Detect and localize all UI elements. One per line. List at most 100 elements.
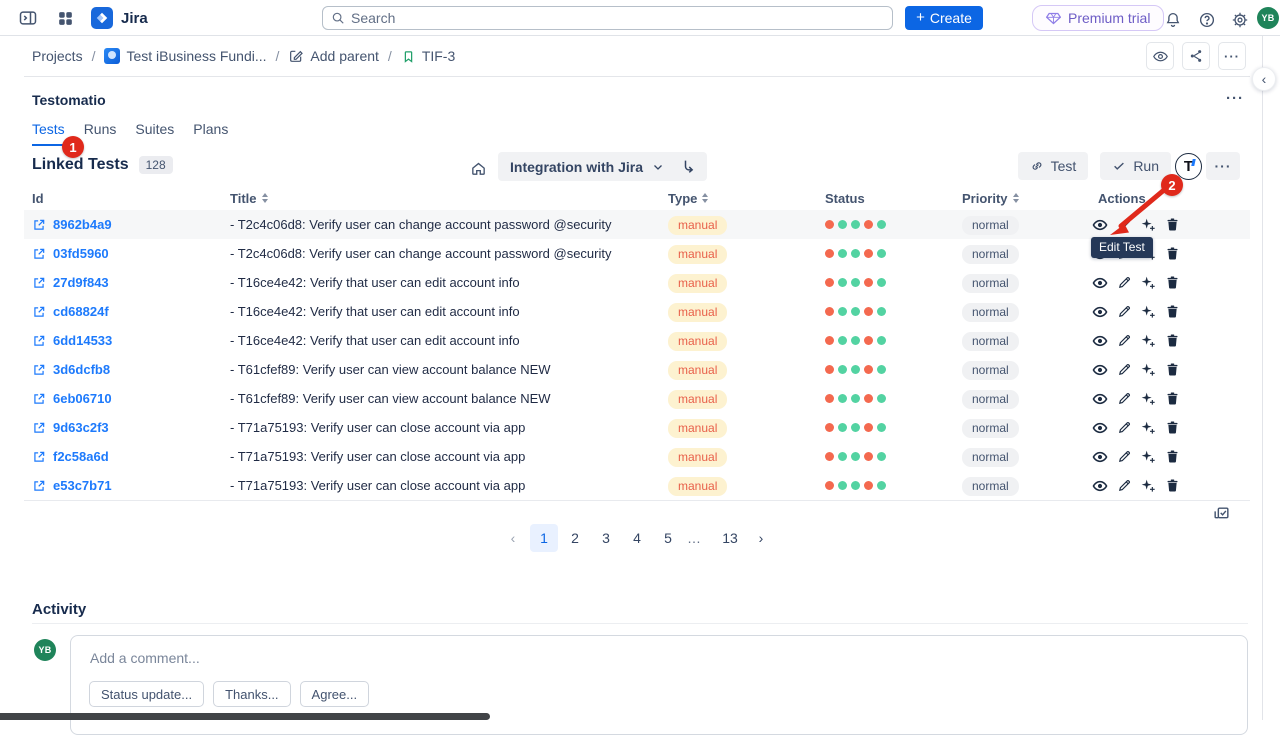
external-link-icon[interactable] (32, 450, 46, 464)
view-test-button[interactable] (1092, 304, 1108, 320)
external-link-icon[interactable] (32, 479, 46, 493)
ai-generate-button[interactable] (1140, 478, 1156, 494)
ai-generate-button[interactable] (1140, 391, 1156, 407)
external-link-icon[interactable] (32, 421, 46, 435)
pagination-next[interactable]: › (747, 524, 775, 552)
tab-tests[interactable]: Tests (32, 121, 65, 146)
test-id-link[interactable]: 9d63c2f3 (53, 420, 109, 435)
pagination-page-3[interactable]: 3 (592, 524, 620, 552)
delete-test-button[interactable] (1164, 420, 1180, 436)
test-id-link[interactable]: 8962b4a9 (53, 217, 112, 232)
sidebar-toggle-button[interactable] (16, 6, 40, 30)
column-header-title[interactable]: Title (230, 191, 668, 206)
collapse-panel-button[interactable]: ‹ (1252, 67, 1276, 91)
external-link-icon[interactable] (32, 218, 46, 232)
test-row[interactable]: 9d63c2f3 - T71a75193: Verify user can cl… (24, 413, 1250, 442)
quick-reply-button[interactable]: Thanks... (213, 681, 290, 707)
pagination-page-13[interactable]: 13 (716, 524, 744, 552)
pagination-page-2[interactable]: 2 (561, 524, 589, 552)
add-parent-button[interactable]: Add parent (288, 48, 379, 64)
branch-selector[interactable]: Integration with Jira (498, 152, 707, 181)
edit-test-button[interactable] (1116, 391, 1132, 407)
quick-reply-button[interactable]: Status update... (89, 681, 204, 707)
ai-generate-button[interactable] (1140, 333, 1156, 349)
delete-test-button[interactable] (1164, 304, 1180, 320)
test-id-link[interactable]: 6eb06710 (53, 391, 112, 406)
notifications-button[interactable] (1162, 9, 1184, 31)
help-button[interactable] (1196, 9, 1218, 31)
edit-test-button[interactable] (1116, 333, 1132, 349)
premium-trial-button[interactable]: Premium trial (1032, 5, 1164, 31)
ai-generate-button[interactable] (1140, 304, 1156, 320)
link-test-button[interactable]: Test (1018, 152, 1089, 180)
view-test-button[interactable] (1092, 420, 1108, 436)
quick-reply-button[interactable]: Agree... (300, 681, 370, 707)
comment-placeholder[interactable]: Add a comment... (90, 650, 200, 666)
comment-box[interactable]: Add a comment... Status update... Thanks.… (70, 635, 1248, 735)
home-button[interactable] (468, 158, 489, 179)
toolbar-more-button[interactable]: ··· (1206, 152, 1240, 180)
test-id-link[interactable]: f2c58a6d (53, 449, 109, 464)
test-id-link[interactable]: 27d9f843 (53, 275, 109, 290)
column-header-type[interactable]: Type (668, 191, 825, 206)
breadcrumb-projects[interactable]: Projects (32, 48, 83, 64)
test-row[interactable]: e53c7b71 - T71a75193: Verify user can cl… (24, 471, 1250, 500)
delete-test-button[interactable] (1164, 362, 1180, 378)
pagination-prev[interactable]: ‹ (499, 524, 527, 552)
test-row[interactable]: 3d6dcfb8 - T61cfef89: Verify user can vi… (24, 355, 1250, 384)
test-id-link[interactable]: 3d6dcfb8 (53, 362, 110, 377)
test-id-link[interactable]: 6dd14533 (53, 333, 112, 348)
delete-test-button[interactable] (1164, 333, 1180, 349)
settings-button[interactable] (1229, 9, 1251, 31)
test-row[interactable]: 8962b4a9 - T2c4c06d8: Verify user can ch… (24, 210, 1250, 239)
external-link-icon[interactable] (32, 363, 46, 377)
issue-more-button[interactable]: ··· (1218, 42, 1246, 70)
delete-test-button[interactable] (1164, 246, 1180, 262)
view-test-button[interactable] (1092, 362, 1108, 378)
external-link-icon[interactable] (32, 305, 46, 319)
pagination-page-4[interactable]: 4 (623, 524, 651, 552)
test-row[interactable]: 27d9f843 - T16ce4e42: Verify that user c… (24, 268, 1250, 297)
edit-test-button[interactable] (1116, 362, 1132, 378)
global-search[interactable] (322, 6, 893, 30)
create-button[interactable]: + Create (905, 6, 983, 30)
pagination-page-5[interactable]: 5 (654, 524, 682, 552)
user-avatar[interactable]: YB (1257, 7, 1279, 29)
test-row[interactable]: 6eb06710 - T61cfef89: Verify user can vi… (24, 384, 1250, 413)
breadcrumb-issue-key[interactable]: TIF-3 (401, 48, 455, 64)
delete-test-button[interactable] (1164, 275, 1180, 291)
column-header-priority[interactable]: Priority (962, 191, 1098, 206)
external-link-icon[interactable] (32, 392, 46, 406)
test-id-link[interactable]: e53c7b71 (53, 478, 112, 493)
view-test-button[interactable] (1092, 391, 1108, 407)
bulk-select-button[interactable] (1212, 505, 1231, 524)
ai-generate-button[interactable] (1140, 275, 1156, 291)
test-row[interactable]: cd68824f - T16ce4e42: Verify that user c… (24, 297, 1250, 326)
test-id-link[interactable]: 03fd5960 (53, 246, 109, 261)
breadcrumb-project[interactable]: Test iBusiness Fundi... (104, 48, 266, 64)
view-test-button[interactable] (1092, 478, 1108, 494)
run-button[interactable]: Run (1100, 152, 1171, 180)
test-id-link[interactable]: cd68824f (53, 304, 109, 319)
external-link-icon[interactable] (32, 334, 46, 348)
test-row[interactable]: f2c58a6d - T71a75193: Verify user can cl… (24, 442, 1250, 471)
tab-runs[interactable]: Runs (84, 121, 117, 146)
test-row[interactable]: 6dd14533 - T16ce4e42: Verify that user c… (24, 326, 1250, 355)
tab-plans[interactable]: Plans (193, 121, 228, 146)
ai-generate-button[interactable] (1140, 362, 1156, 378)
tab-suites[interactable]: Suites (135, 121, 174, 146)
testomatio-logo-icon[interactable]: T (1175, 153, 1202, 180)
edit-test-button[interactable] (1116, 478, 1132, 494)
ai-generate-button[interactable] (1140, 420, 1156, 436)
view-test-button[interactable] (1092, 333, 1108, 349)
external-link-icon[interactable] (32, 247, 46, 261)
app-switcher-button[interactable] (54, 7, 77, 30)
delete-test-button[interactable] (1164, 391, 1180, 407)
pagination-page-1[interactable]: 1 (530, 524, 558, 552)
watch-button[interactable] (1146, 42, 1174, 70)
ai-generate-button[interactable] (1140, 449, 1156, 465)
jira-brand[interactable]: Jira (91, 7, 148, 29)
delete-test-button[interactable] (1164, 478, 1180, 494)
share-button[interactable] (1182, 42, 1210, 70)
view-test-button[interactable] (1092, 449, 1108, 465)
